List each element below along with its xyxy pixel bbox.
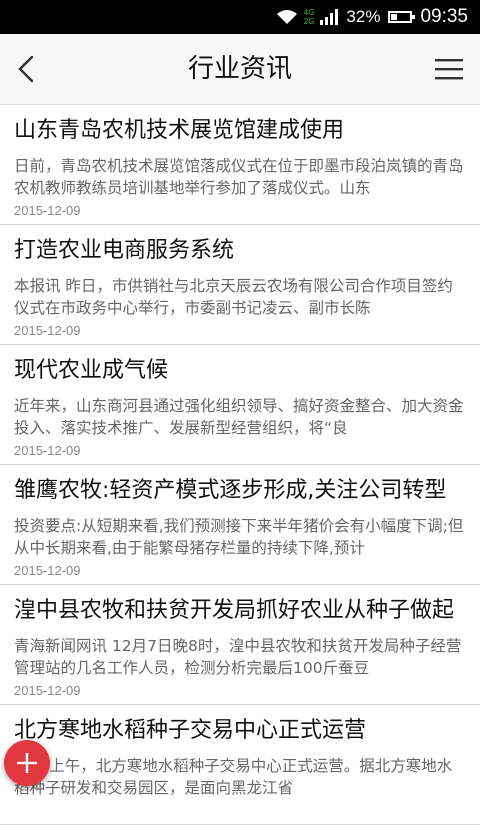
network-type: 4G 2G bbox=[304, 8, 315, 26]
article-summary: 近年来，山东商河县通过强化组织领导、搞好资金整合、加大资金投入、落实技术推广、发… bbox=[14, 397, 464, 437]
clock: 09:35 bbox=[420, 6, 468, 27]
article-summary: 日前，青岛农机技术展览馆落成仪式在位于即墨市段泊岚镇的青岛农机教师教练员培训基地… bbox=[14, 157, 464, 197]
article-date: 2015-12-09 bbox=[14, 203, 81, 218]
list-item[interactable]: 北方寒地水稻种子交易中心正式运营 27日上午，北方寒地水稻种子交易中心正式运营。… bbox=[0, 705, 480, 825]
list-item[interactable]: 湟中县农牧和扶贫开发局抓好农业从种子做起 青海新闻网讯 12月7日晚8时，湟中县… bbox=[0, 585, 480, 705]
article-title: 打造农业电商服务系统 bbox=[14, 238, 235, 263]
network-type-bottom: 2G bbox=[303, 17, 315, 26]
article-summary: 青海新闻网讯 12月7日晚8时，湟中县农牧和扶贫开发局种子经营管理站的几名工作人… bbox=[14, 637, 462, 677]
signal-icon bbox=[320, 9, 339, 25]
battery-level bbox=[391, 14, 398, 20]
network-type-top: 4G bbox=[303, 8, 315, 17]
hamburger-menu-icon bbox=[435, 59, 463, 80]
article-title: 北方寒地水稻种子交易中心正式运营 bbox=[14, 718, 367, 743]
add-button[interactable] bbox=[4, 740, 50, 786]
page-title: 行业资讯 bbox=[187, 54, 292, 84]
article-summary: 27日上午，北方寒地水稻种子交易中心正式运营。据北方寒地水稻种子研发和交易园区，… bbox=[14, 757, 453, 797]
article-title: 山东青岛农机技术展览馆建成使用 bbox=[14, 118, 345, 143]
article-date: 2015-12-09 bbox=[14, 323, 81, 338]
list-item[interactable]: 雏鹰农牧:轻资产模式逐步形成,关注公司转型 投资要点:从短期来看,我们预测接下来… bbox=[0, 465, 480, 585]
article-summary: 本报讯 昨日，市供销社与北京天辰云农场有限公司合作项目签约仪式在市政务中心举行，… bbox=[14, 277, 453, 317]
app-header: 行业资讯 bbox=[0, 34, 480, 105]
menu-button[interactable] bbox=[432, 53, 466, 85]
article-date: 2015-12-09 bbox=[14, 683, 81, 698]
article-date: 2015-12-09 bbox=[14, 443, 81, 458]
article-list: 山东青岛农机技术展览馆建成使用 日前，青岛农机技术展览馆落成仪式在位于即墨市段泊… bbox=[0, 105, 480, 825]
list-item[interactable]: 现代农业成气候 近年来，山东商河县通过强化组织领导、搞好资金整合、加大资金投入、… bbox=[0, 345, 480, 465]
plus-icon bbox=[17, 753, 37, 773]
article-title: 雏鹰农牧:轻资产模式逐步形成,关注公司转型 bbox=[14, 478, 447, 503]
list-item[interactable]: 打造农业电商服务系统 本报讯 昨日，市供销社与北京天辰云农场有限公司合作项目签约… bbox=[0, 225, 480, 345]
wifi-icon bbox=[276, 10, 297, 24]
article-title: 现代农业成气候 bbox=[14, 358, 169, 383]
article-title: 湟中县农牧和扶贫开发局抓好农业从种子做起 bbox=[14, 598, 455, 623]
battery-icon bbox=[388, 11, 416, 23]
list-item[interactable]: 山东青岛农机技术展览馆建成使用 日前，青岛农机技术展览馆落成仪式在位于即墨市段泊… bbox=[0, 105, 480, 225]
battery-percent: 32% bbox=[346, 7, 381, 26]
article-summary: 投资要点:从短期来看,我们预测接下来半年猪价会有小幅度下调;但从中长期来看,由于… bbox=[14, 517, 464, 557]
status-bar: 4G 2G 32% 09:35 bbox=[0, 0, 480, 34]
article-date: 2015-12-09 bbox=[14, 563, 81, 578]
